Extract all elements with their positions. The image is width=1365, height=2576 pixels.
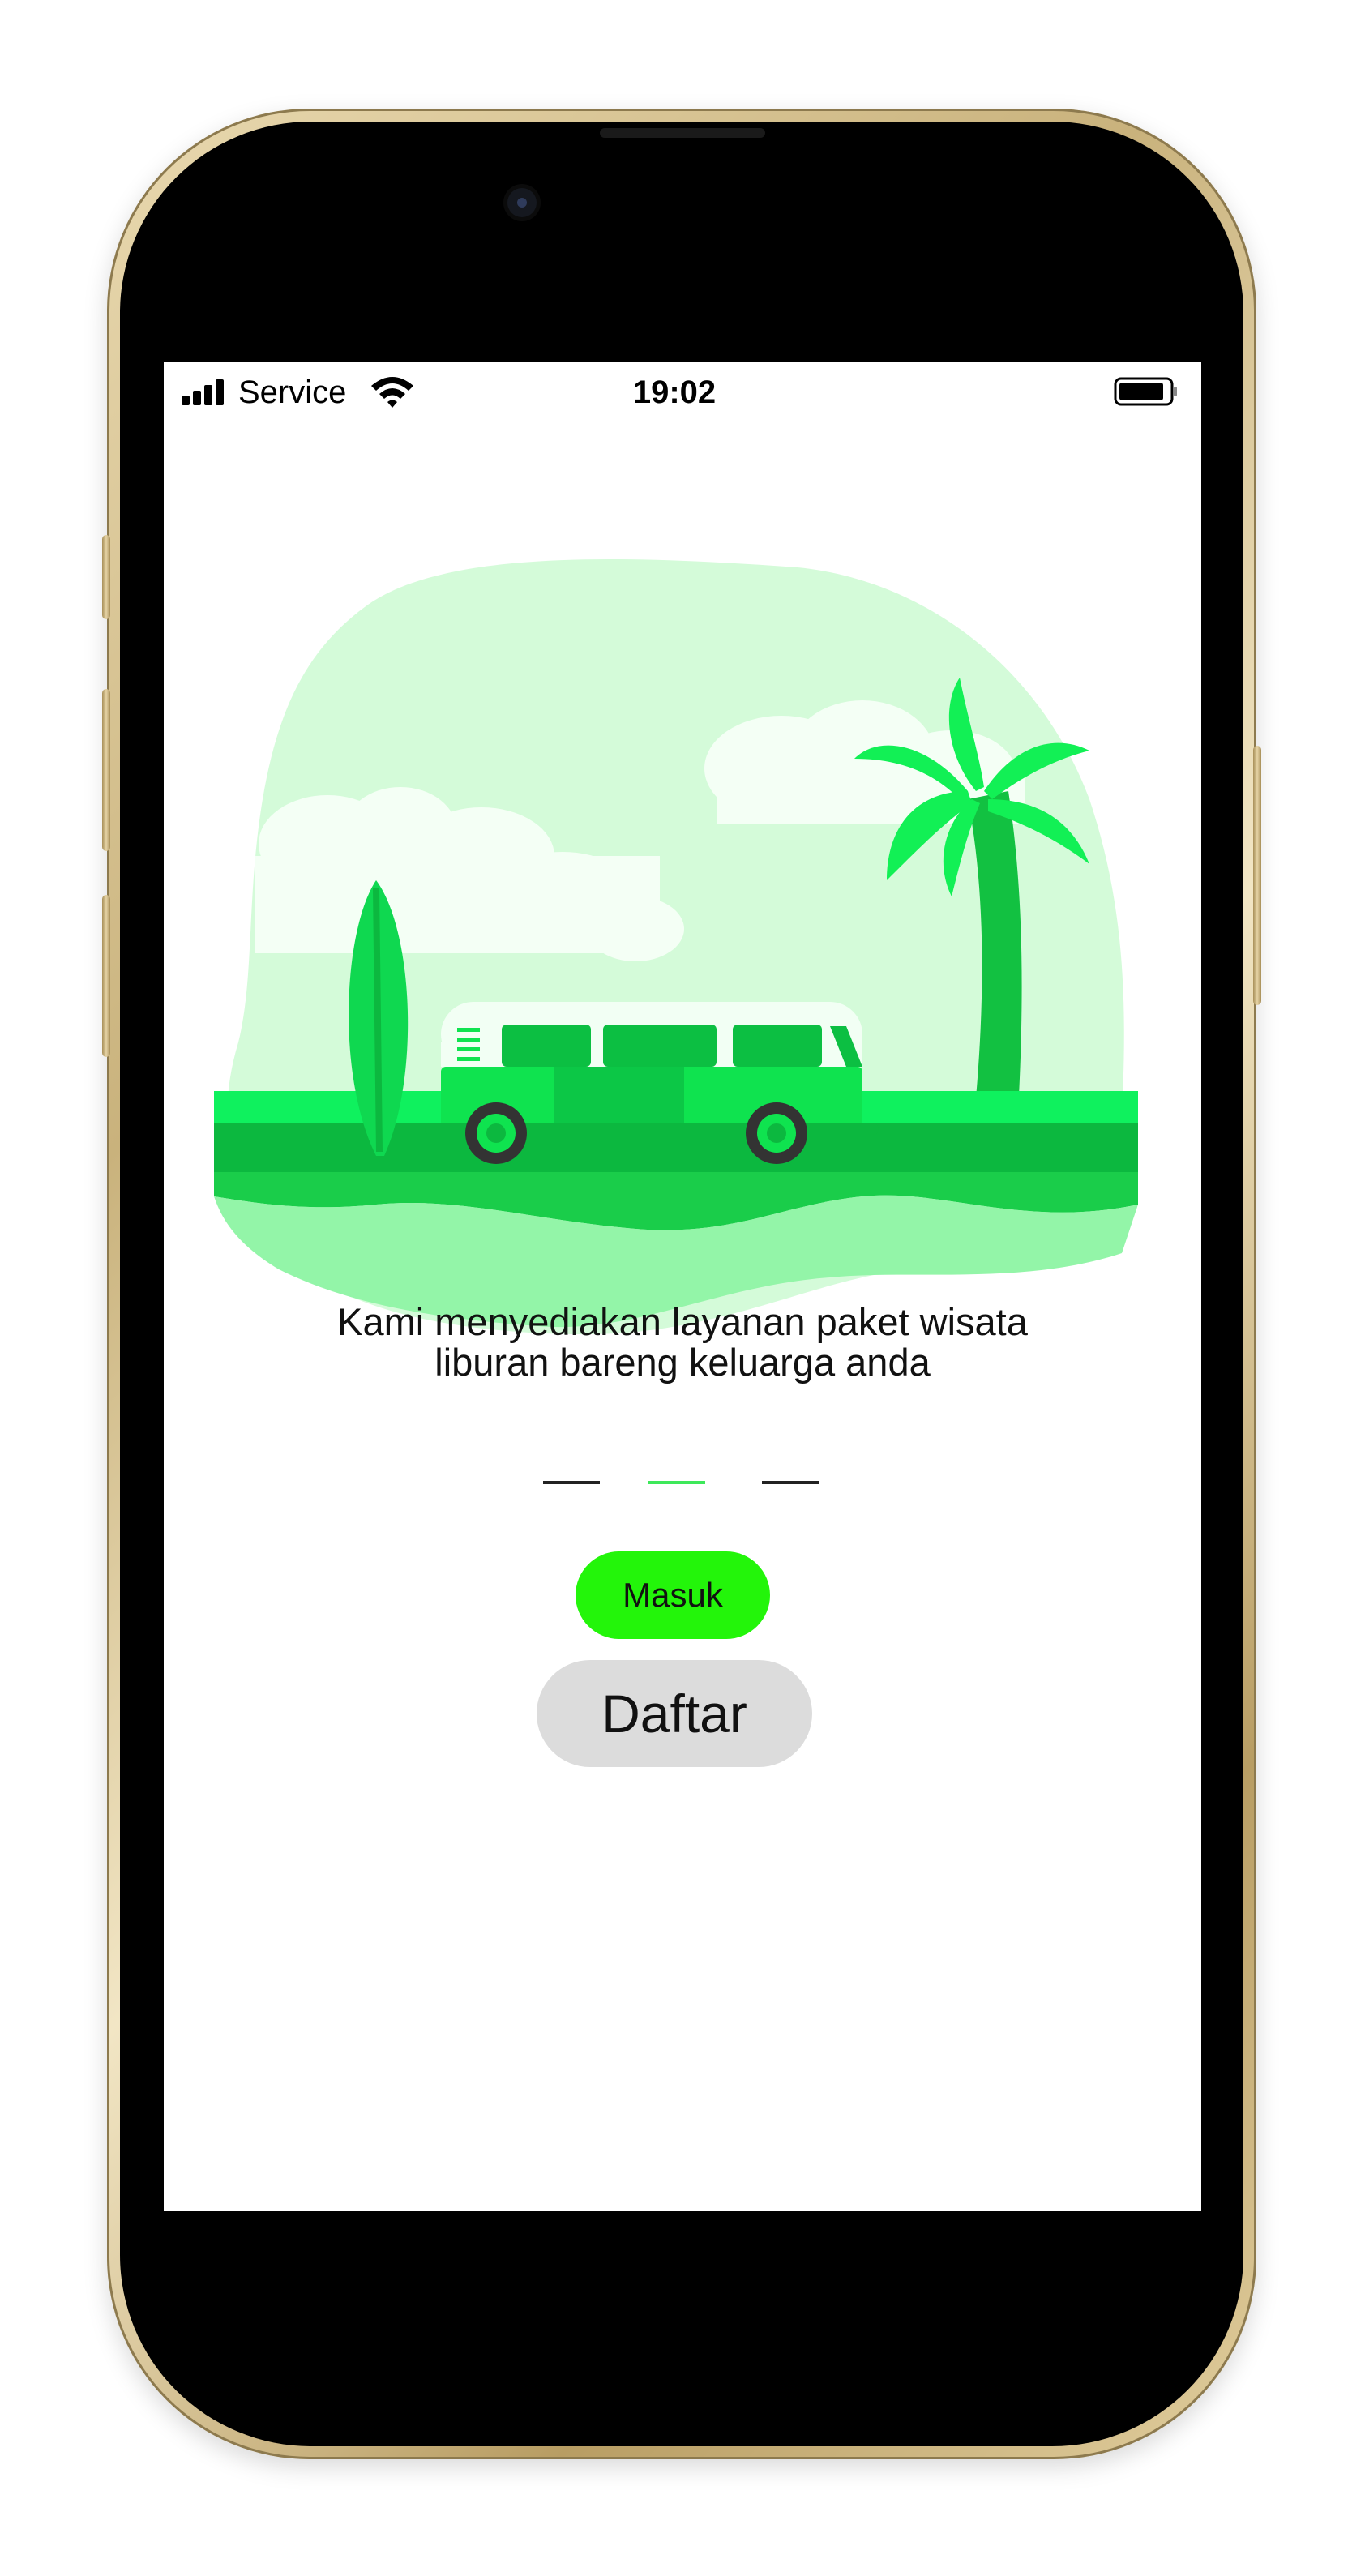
volume-down-button (102, 895, 110, 1057)
speaker-grille (600, 128, 765, 138)
tagline-line-1: Kami menyediakan layanan paket wisata (337, 1300, 1028, 1343)
travel-van-beach-illustration (214, 558, 1138, 1334)
login-button[interactable]: Masuk (576, 1551, 770, 1639)
notch (472, 162, 893, 258)
status-bar: Service 19:02 (164, 362, 1201, 423)
battery-icon (1114, 377, 1177, 406)
page-indicator-dot-2-active[interactable] (648, 1481, 705, 1484)
app-screen: Service 19:02 Kami menyediakan layanan p… (164, 362, 1201, 2211)
tagline-line-2: liburan bareng keluarga anda (434, 1341, 931, 1384)
front-camera-icon (507, 188, 537, 217)
power-button (1253, 746, 1261, 1005)
page-indicator-dot-3[interactable] (762, 1481, 819, 1484)
volume-up-button (102, 689, 110, 851)
onboarding-tagline: Kami menyediakan layanan paket wisata li… (164, 1302, 1201, 1383)
page-indicator (164, 1481, 1201, 1489)
page-indicator-dot-1[interactable] (543, 1481, 600, 1484)
status-time: 19:02 (632, 374, 717, 410)
mute-switch (102, 535, 110, 619)
register-button[interactable]: Daftar (537, 1660, 812, 1767)
